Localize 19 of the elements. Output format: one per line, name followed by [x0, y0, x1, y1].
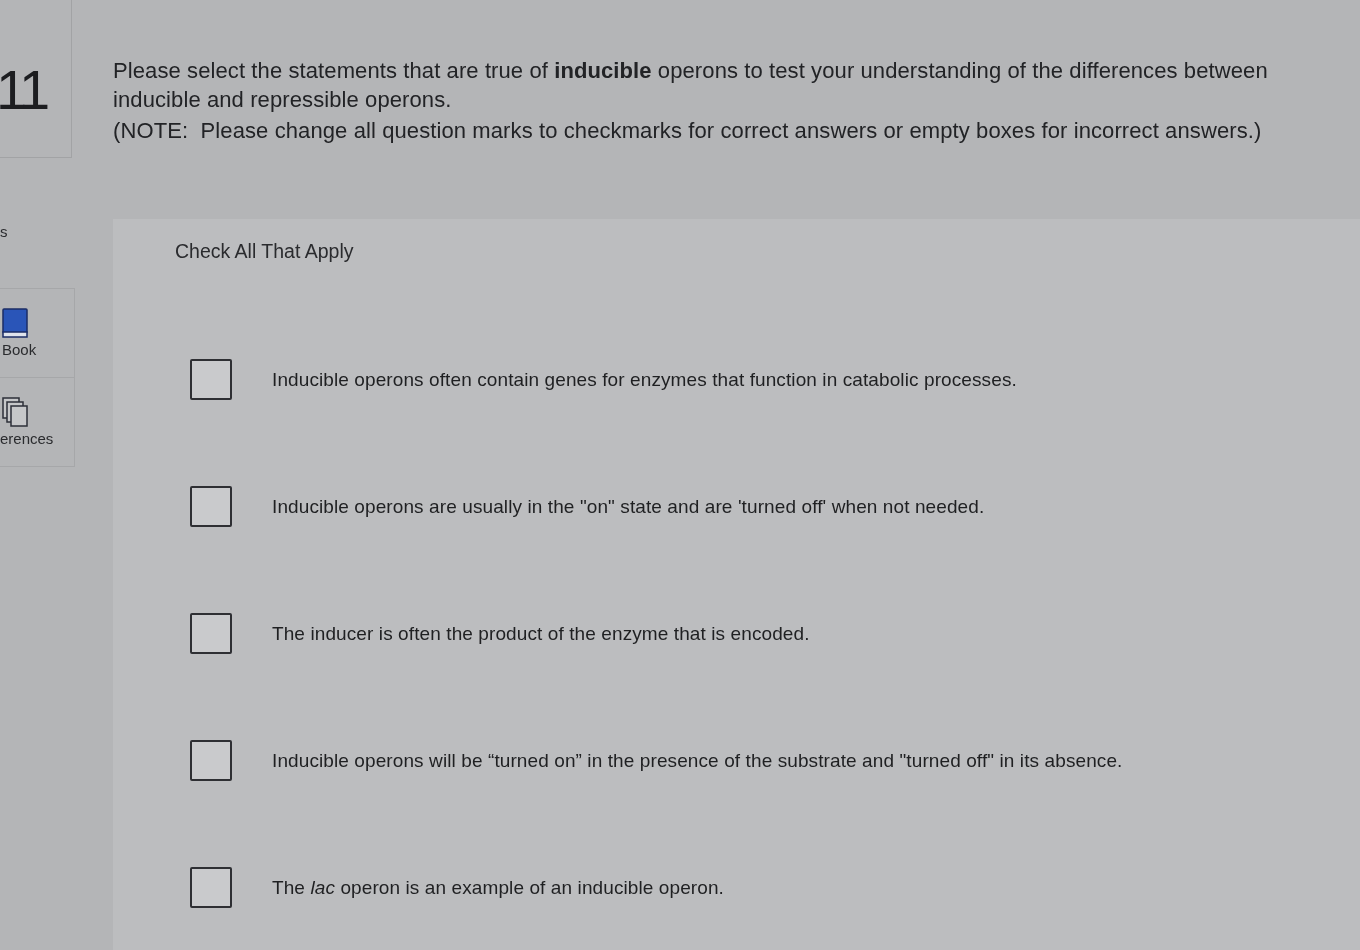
answer-checkbox[interactable] — [190, 740, 232, 781]
answer-option-text: Inducible operons often contain genes for enzymes that function in catabolic processes. — [272, 367, 1017, 392]
cut-off-text: s — [0, 224, 8, 240]
question-number: 11 — [0, 62, 47, 118]
answer-option-text: Inducible operons are usually in the "on" state and are 'turned off' when not needed. — [272, 494, 985, 519]
instruction-text: Check All That Apply — [175, 239, 354, 263]
answer-option-text: The lac operon is an example of an inducible operon. — [272, 875, 724, 900]
sidebar-item-label[interactable]: Book — [2, 341, 37, 358]
answer-checkbox[interactable] — [190, 486, 232, 527]
answer-checkbox[interactable] — [190, 867, 232, 908]
answer-checkbox[interactable] — [190, 359, 232, 400]
answer-checkbox[interactable] — [190, 613, 232, 654]
stacked-pages-icon — [2, 397, 29, 427]
answer-option-text: The inducer is often the product of the enzyme that is encoded. — [272, 621, 810, 646]
question-prompt: Please select the statements that are true of inducible operons to test your understanding of the differences between inducible and repressible operons. — [113, 57, 1269, 114]
book-icon — [2, 308, 28, 338]
question-note: (NOTE: Please change all question marks to checkmarks for correct answers or empty boxes for incorrect answers.) — [113, 117, 1263, 145]
answer-option-text: Inducible operons will be “turned on” in the presence of the substrate and "turned off" in its absence. — [272, 748, 1123, 773]
sidebar-item-label[interactable]: erences — [0, 430, 54, 447]
